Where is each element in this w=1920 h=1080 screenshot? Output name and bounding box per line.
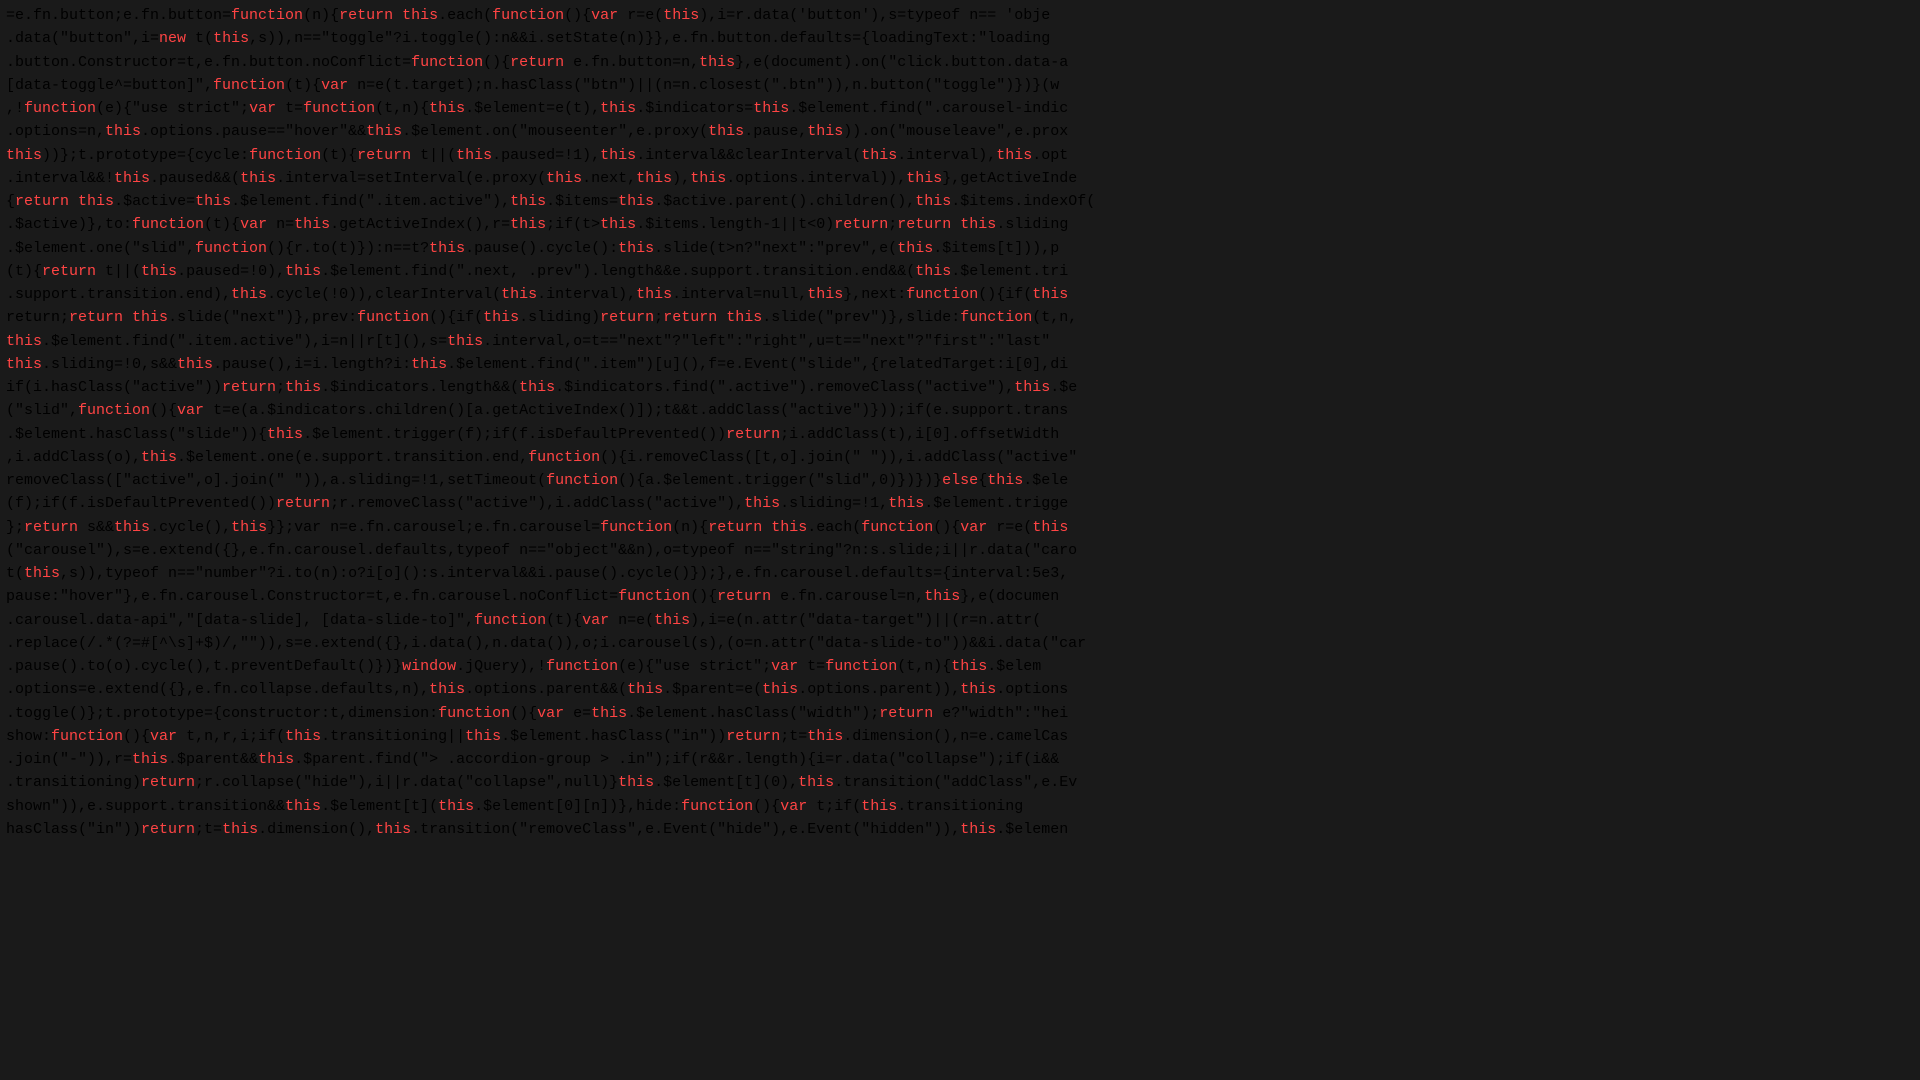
code-line: {return this.$active=this.$element.find(… (6, 190, 1914, 213)
code-line: (t){return t||(this.paused=!0),this.$ele… (6, 260, 1914, 283)
code-line: show:function(){var t,n,r,i;if(this.tran… (6, 725, 1914, 748)
code-line: =e.fn.button;e.fn.button=function(n){ret… (6, 4, 1914, 27)
code-line: this.sliding=!0,s&&this.pause(),i=i.leng… (6, 353, 1914, 376)
code-line: ("carousel"),s=e.extend({},e.fn.carousel… (6, 539, 1914, 562)
code-line: .transitioning)return;r.collapse("hide")… (6, 771, 1914, 794)
code-line: ("slid",function(){var t=e(a.$indicators… (6, 399, 1914, 422)
code-line: .toggle()};t.prototype={constructor:t,di… (6, 702, 1914, 725)
code-line: .replace(/.*(?=#[^\s]+$)/,"")),s=e.exten… (6, 632, 1914, 655)
code-editor: =e.fn.button;e.fn.button=function(n){ret… (0, 0, 1920, 1080)
code-line: .options=n,this.options.pause=="hover"&&… (6, 120, 1914, 143)
code-line: shown")),e.support.transition&&this.$ele… (6, 795, 1914, 818)
code-line: (f);if(f.isDefaultPrevented())return;r.r… (6, 492, 1914, 515)
code-line: hasClass("in"))return;t=this.dimension()… (6, 818, 1914, 841)
code-line: .interval&&!this.paused&&(this.interval=… (6, 167, 1914, 190)
code-line: [data-toggle^=button]",function(t){var n… (6, 74, 1914, 97)
code-line: .carousel.data-api","[data-slide], [data… (6, 609, 1914, 632)
code-line: removeClass(["active",o].join(" ")),a.sl… (6, 469, 1914, 492)
code-line: .data("button",i=new t(this,s)),n=="togg… (6, 27, 1914, 50)
code-line: ,i.addClass(o),this.$element.one(e.suppo… (6, 446, 1914, 469)
code-line: .support.transition.end),this.cycle(!0))… (6, 283, 1914, 306)
code-line: return;return this.slide("next")},prev:f… (6, 306, 1914, 329)
code-line: if(i.hasClass("active"))return;this.$ind… (6, 376, 1914, 399)
code-line: this.$element.find(".item.active"),i=n||… (6, 330, 1914, 353)
code-line: .$element.one("slid",function(){r.to(t)}… (6, 237, 1914, 260)
code-line: .options=e.extend({},e.fn.collapse.defau… (6, 678, 1914, 701)
code-line: };return s&&this.cycle(),this}};var n=e.… (6, 516, 1914, 539)
code-line: .$element.hasClass("slide")){this.$eleme… (6, 423, 1914, 446)
code-line: pause:"hover"},e.fn.carousel.Constructor… (6, 585, 1914, 608)
code-line: .join("-")),r=this.$parent&&this.$parent… (6, 748, 1914, 771)
code-line: ,!function(e){"use strict";var t=functio… (6, 97, 1914, 120)
code-line: .button.Constructor=t,e.fn.button.noConf… (6, 51, 1914, 74)
code-line: .$active)},to:function(t){var n=this.get… (6, 213, 1914, 236)
code-line: t(this,s)),typeof n=="number"?i.to(n):o?… (6, 562, 1914, 585)
code-line: this))};t.prototype={cycle:function(t){r… (6, 144, 1914, 167)
code-line: .pause().to(o).cycle(),t.preventDefault(… (6, 655, 1914, 678)
